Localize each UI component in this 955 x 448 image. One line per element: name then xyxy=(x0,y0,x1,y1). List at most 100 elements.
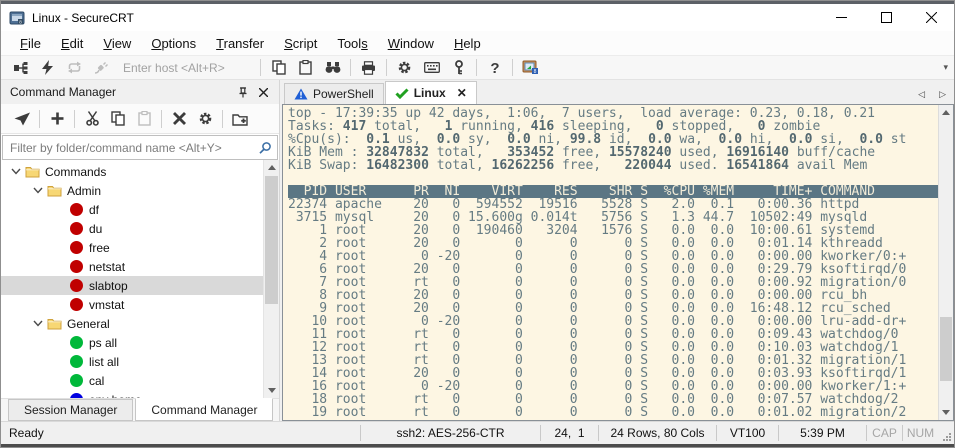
warning-icon xyxy=(294,88,308,100)
tab-linux[interactable]: Linux ✕ xyxy=(385,81,477,104)
keymap-icon[interactable] xyxy=(418,57,445,79)
scroll-down-icon[interactable] xyxy=(264,383,279,398)
toolbar-separator xyxy=(476,59,477,76)
tab-powershell[interactable]: PowerShell xyxy=(284,83,384,104)
tree-item-Commands[interactable]: Commands xyxy=(1,162,263,181)
tab-scroll-right-icon[interactable]: ▷ xyxy=(939,89,946,100)
main-toolbar: ? 8 ▾ xyxy=(1,55,954,80)
tree-item-df[interactable]: df xyxy=(1,200,263,219)
panel-title: Command Manager xyxy=(10,85,233,99)
tree-item-label: free xyxy=(89,241,110,255)
toolbar-separator xyxy=(512,59,513,76)
send-icon[interactable] xyxy=(9,107,35,131)
titlebar[interactable]: 8 Linux - SecureCRT xyxy=(1,4,954,31)
securecrt-window: 8 Linux - SecureCRT FileEditViewOptionsT… xyxy=(0,0,955,448)
command-dot-icon xyxy=(68,374,85,387)
terminal-frame: top - 17:39:35 up 42 days, 1:06, 7 users… xyxy=(282,104,954,421)
options-gear-icon[interactable] xyxy=(391,57,418,79)
tree-item-list-all[interactable]: list all xyxy=(1,352,263,371)
find-icon[interactable] xyxy=(319,57,346,79)
copy-icon[interactable] xyxy=(105,107,131,131)
quick-connect-host-input[interactable] xyxy=(121,60,256,76)
session-tab-bar: PowerShell Linux ✕ ◁ ▷ xyxy=(282,80,954,104)
command-dot-icon xyxy=(68,355,85,368)
tree-item-free[interactable]: free xyxy=(1,238,263,257)
tree-item-label: netstat xyxy=(89,260,125,274)
panel-close-icon[interactable] xyxy=(253,82,273,102)
tree-item-General[interactable]: General xyxy=(1,314,263,333)
quick-connect-icon[interactable] xyxy=(34,57,61,79)
terminal-screen[interactable]: top - 17:39:35 up 42 days, 1:06, 7 users… xyxy=(283,105,938,420)
paste-icon[interactable] xyxy=(292,57,319,79)
tree-scrollbar[interactable] xyxy=(263,160,279,398)
status-emulation: VT100 xyxy=(716,425,778,441)
folder-icon xyxy=(46,184,63,197)
print-icon[interactable] xyxy=(355,57,382,79)
tree-item-slabtop[interactable]: slabtop xyxy=(1,276,263,295)
menu-help[interactable]: Help xyxy=(444,36,491,51)
tree-item-label: cal xyxy=(89,374,104,388)
scroll-up-icon[interactable] xyxy=(939,105,953,120)
properties-gear-icon[interactable] xyxy=(192,107,218,131)
tree-item-netstat[interactable]: netstat xyxy=(1,257,263,276)
menu-options[interactable]: Options xyxy=(141,36,206,51)
tree-scrollbar-thumb[interactable] xyxy=(265,176,278,304)
tree-item-label: Admin xyxy=(67,184,101,198)
menu-script[interactable]: Script xyxy=(274,36,327,51)
tree-item-cal[interactable]: cal xyxy=(1,371,263,390)
status-clock: 5:39 PM xyxy=(778,425,866,441)
command-manager-toolbar xyxy=(1,104,279,134)
command-dot-icon xyxy=(68,260,85,273)
tab-close-icon[interactable]: ✕ xyxy=(457,86,467,100)
toolbar-separator xyxy=(39,110,40,128)
add-icon[interactable] xyxy=(44,107,70,131)
tab-session-manager[interactable]: Session Manager xyxy=(8,399,133,421)
svg-text:?: ? xyxy=(490,60,499,75)
toolbar-separator xyxy=(350,59,351,76)
tree-item-label: Commands xyxy=(45,165,106,179)
menu-tools[interactable]: Tools xyxy=(327,36,377,51)
close-button[interactable] xyxy=(909,4,954,31)
tree-item-du[interactable]: du xyxy=(1,219,263,238)
maximize-button[interactable] xyxy=(864,4,909,31)
terminal-scrollbar-thumb[interactable] xyxy=(940,317,952,381)
scroll-up-icon[interactable] xyxy=(264,160,279,175)
delete-icon[interactable] xyxy=(166,107,192,131)
menu-window[interactable]: Window xyxy=(378,36,444,51)
session-manager-icon[interactable] xyxy=(7,57,34,79)
reconnect-icon[interactable] xyxy=(61,57,88,79)
terminal-scrollbar[interactable] xyxy=(938,105,953,420)
tree-item-env-home[interactable]: env home xyxy=(1,390,263,398)
filter-input[interactable] xyxy=(3,140,253,156)
command-manager-panel: Command Manager Commands Admin df du free net… xyxy=(1,80,280,421)
resize-grip[interactable] xyxy=(938,422,954,444)
menu-edit[interactable]: Edit xyxy=(51,36,93,51)
minimize-button[interactable] xyxy=(819,4,864,31)
disconnect-icon[interactable] xyxy=(88,57,115,79)
paste-icon[interactable] xyxy=(131,107,157,131)
copy-icon[interactable] xyxy=(265,57,292,79)
menu-view[interactable]: View xyxy=(93,36,141,51)
chevron-down-icon xyxy=(29,320,46,327)
help-icon[interactable]: ? xyxy=(481,57,508,79)
tab-command-manager[interactable]: Command Manager xyxy=(135,398,273,421)
menu-file[interactable]: File xyxy=(10,36,51,51)
app-session-icon[interactable]: 8 xyxy=(517,57,544,79)
status-cursor-position: 24, 1 xyxy=(540,425,598,441)
scroll-down-icon[interactable] xyxy=(939,405,953,420)
tree-item-ps-all[interactable]: ps all xyxy=(1,333,263,352)
keys-icon[interactable] xyxy=(445,57,472,79)
command-dot-icon xyxy=(68,336,85,349)
toolbar-separator xyxy=(260,59,261,76)
panel-tab-strip: Session Manager Command Manager xyxy=(1,398,279,421)
tree-item-Admin[interactable]: Admin xyxy=(1,181,263,200)
new-folder-icon[interactable] xyxy=(227,107,253,131)
toolbar-overflow-chevron-icon[interactable]: ▾ xyxy=(943,62,948,73)
menu-transfer[interactable]: Transfer xyxy=(206,36,274,51)
pin-icon[interactable] xyxy=(233,82,253,102)
tree-item-label: du xyxy=(89,222,102,236)
tree-item-label: ps all xyxy=(89,336,117,350)
tab-scroll-left-icon[interactable]: ◁ xyxy=(918,89,925,100)
tree-item-vmstat[interactable]: vmstat xyxy=(1,295,263,314)
cut-icon[interactable] xyxy=(79,107,105,131)
